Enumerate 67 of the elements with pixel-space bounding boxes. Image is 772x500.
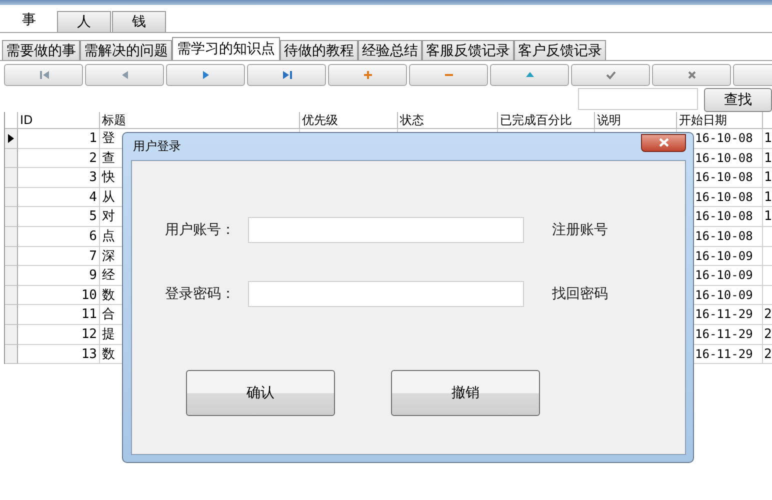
search-button[interactable]: 查找	[704, 88, 772, 112]
search-field[interactable]	[578, 88, 698, 110]
tab[interactable]: 人	[57, 11, 111, 32]
dialog-button[interactable]: 撤销	[391, 370, 540, 416]
cross-icon	[686, 70, 696, 80]
first-icon	[38, 70, 48, 80]
input-field[interactable]	[248, 217, 524, 243]
tab[interactable]: 客服反馈记录	[422, 40, 514, 60]
next-icon	[200, 70, 210, 80]
toolbar-button[interactable]	[652, 64, 731, 86]
input-field[interactable]	[248, 281, 524, 307]
close-button[interactable]	[641, 134, 686, 152]
last-icon	[282, 70, 292, 80]
column-header[interactable]: 开始日期	[677, 112, 763, 129]
table-cell: 2	[764, 346, 772, 362]
check-icon	[606, 70, 616, 80]
table-cell: 6	[18, 226, 100, 247]
table-cell: 7	[18, 246, 100, 266]
link[interactable]: 找回密码	[552, 285, 608, 303]
toolbar-button[interactable]	[166, 64, 245, 86]
table-cell: 5	[18, 207, 100, 227]
link[interactable]: 注册账号	[552, 221, 608, 239]
tab[interactable]: 需解决的问题	[80, 40, 172, 60]
table-cell: 1	[764, 190, 772, 205]
tab[interactable]: 需要做的事	[2, 40, 80, 60]
table-cell: 4	[18, 188, 100, 208]
column-header[interactable]: ID	[18, 112, 100, 129]
row-header[interactable]	[5, 129, 18, 149]
previous-icon	[120, 70, 130, 80]
column-header[interactable]: 状态	[398, 112, 498, 129]
table-cell: 2	[764, 326, 772, 342]
table-cell: 13	[18, 344, 100, 364]
table-cell: 10	[18, 286, 100, 306]
table-cell: 1	[764, 209, 772, 224]
toolbar-button[interactable]	[409, 64, 488, 86]
tab[interactable]: 客户反馈记录	[514, 40, 606, 60]
dialog-button[interactable]: 确认	[186, 370, 335, 416]
column-header[interactable]: 说明	[595, 112, 677, 129]
table-cell: 2	[18, 148, 100, 168]
tab[interactable]: 需学习的知识点	[172, 37, 280, 60]
toolbar-button[interactable]	[4, 64, 83, 86]
header-corner	[5, 112, 18, 129]
table-cell: 3	[18, 168, 100, 188]
table-cell: 2	[764, 307, 772, 322]
column-header[interactable]: 优先级	[300, 112, 398, 129]
table-cell: 1	[764, 170, 772, 186]
table-cell: 9	[18, 266, 100, 286]
table-cell: 12	[18, 324, 100, 345]
toolbar-button[interactable]	[571, 64, 650, 86]
tab[interactable]: 钱	[112, 11, 166, 32]
toolbar-button[interactable]	[328, 64, 407, 86]
plus-icon	[362, 70, 372, 80]
up-triangle-icon	[524, 70, 534, 80]
toolbar-button[interactable]	[85, 64, 164, 86]
toolbar-button[interactable]	[490, 64, 569, 86]
tab[interactable]: 待做的教程	[280, 40, 358, 60]
table-cell: 11	[18, 305, 100, 325]
table-cell: 1	[18, 129, 100, 149]
column-header[interactable]: 标题	[100, 112, 300, 129]
table-cell: 1	[764, 131, 772, 146]
tab[interactable]: 经验总结	[358, 40, 422, 60]
close-icon	[658, 138, 668, 147]
field-label: 登录密码：	[165, 285, 236, 303]
toolbar-button[interactable]	[247, 64, 326, 86]
table-cell: 1	[764, 150, 772, 166]
column-header[interactable]: 已完成百分比	[498, 112, 595, 129]
current-row-icon	[8, 134, 14, 143]
